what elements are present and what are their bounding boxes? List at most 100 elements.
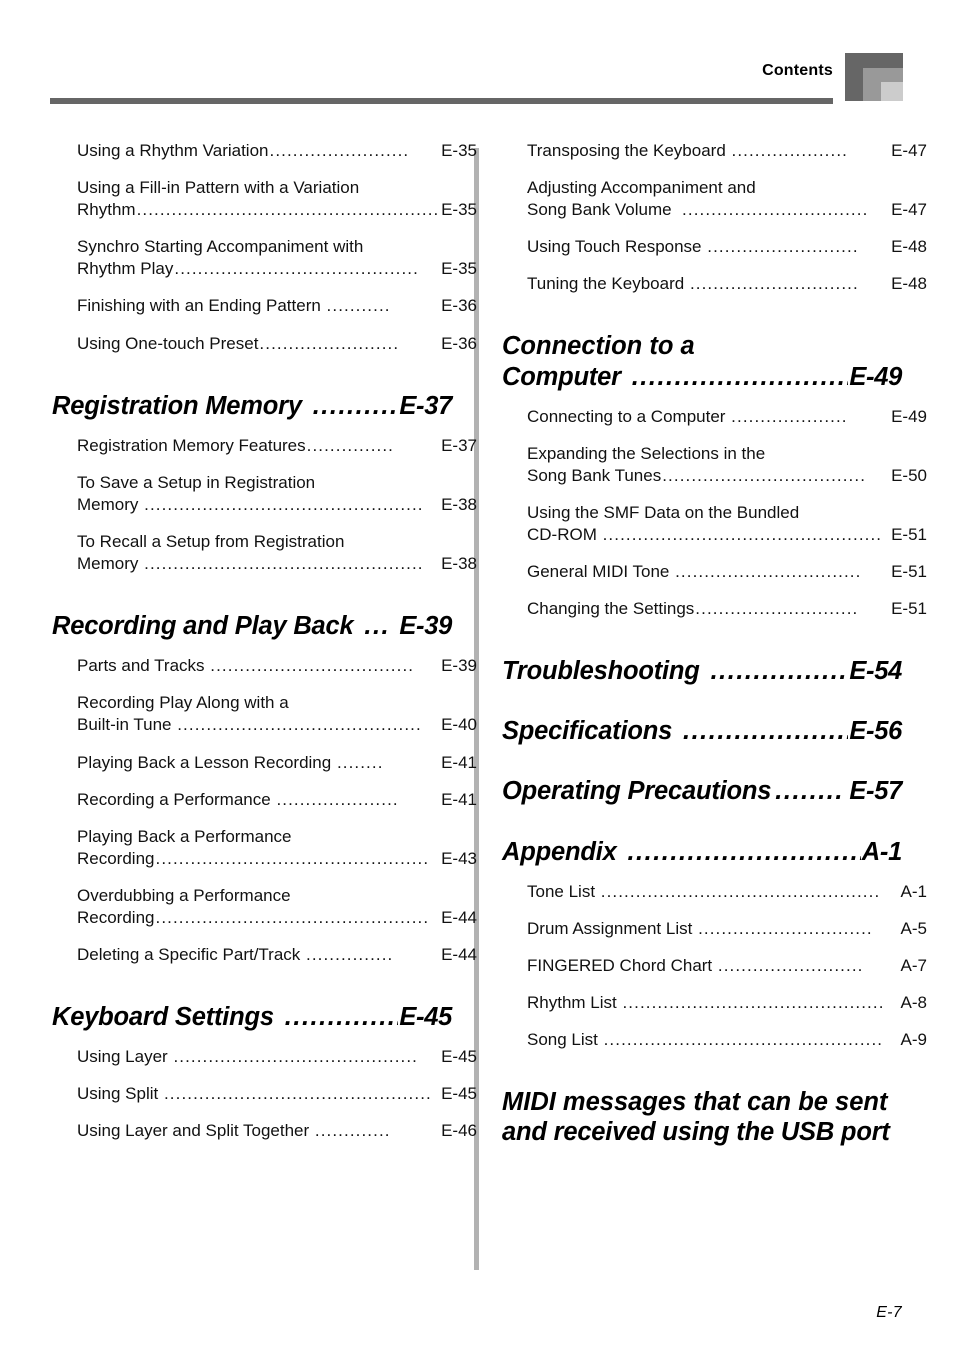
toc-entry-label: Specifications — [502, 717, 679, 746]
toc-page-number: A-9 — [900, 1029, 927, 1049]
toc-leader-dots: ........................................… — [163, 1084, 432, 1104]
toc-page-number: E-38 — [441, 494, 477, 514]
toc-entry-label-line1: Synchro Starting Accompaniment with — [77, 237, 364, 257]
toc-item-entry[interactable]: Using Touch Response ...................… — [527, 236, 927, 258]
toc-leader-dots: ... — [364, 612, 391, 641]
toc-entry-label: Recording a Performance — [77, 789, 276, 809]
toc-section-entry[interactable]: Troubleshooting ................. E-54 — [502, 656, 902, 686]
toc-section-entry[interactable]: Appendix ...............................… — [502, 837, 902, 867]
toc-entry-label-line2: Memory — [77, 494, 144, 514]
toc-entry-label: Deleting a Specific Part/Track — [77, 945, 306, 965]
toc-leader-dots: ........................................… — [155, 848, 430, 868]
toc-entry-label-line2: Rhythm — [77, 200, 136, 220]
toc-entry-label-line2: Memory — [77, 554, 144, 574]
toc-page-number: E-41 — [441, 752, 477, 772]
toc-page-number: E-47 — [891, 200, 927, 220]
toc-item-entry[interactable]: Rhythm List ............................… — [527, 992, 927, 1014]
toc-item-entry[interactable]: Playing Back a Performance Recording.....… — [77, 826, 477, 870]
toc-section-entry[interactable]: Operating Precautions........ E-57 — [502, 776, 902, 806]
toc-leader-dots: ........................................… — [136, 200, 440, 220]
toc-entry-label-line1: MIDI messages that can be sent — [502, 1088, 888, 1117]
toc-item-entry[interactable]: Using a Fill-in Pattern with a Variation… — [77, 177, 477, 221]
toc-leader-dots: ................................ — [627, 837, 860, 866]
toc-page-number: E-44 — [441, 908, 477, 928]
toc-leader-dots: ........................................… — [173, 1047, 419, 1067]
toc-item-entry[interactable]: Recording Play Along with a Built-in Tune… — [77, 692, 477, 736]
toc-entry-label-line2: Rhythm Play — [77, 259, 174, 279]
toc-leader-dots: ........................................… — [174, 259, 419, 279]
toc-leader-dots: .................... — [731, 406, 848, 426]
toc-item-entry[interactable]: Synchro Starting Accompaniment with Rhyth… — [77, 236, 477, 280]
toc-entry-label: General MIDI Tone — [527, 562, 675, 582]
toc-leader-dots: ............... — [306, 435, 394, 455]
toc-entry-label: Appendix — [502, 837, 624, 866]
toc-page-number: A-7 — [900, 955, 927, 975]
toc-entry-label: Keyboard Settings — [52, 1003, 281, 1032]
toc-item-entry[interactable]: Using a Rhythm Variation................… — [77, 140, 477, 162]
toc-item-entry[interactable]: Playing Back a Lesson Recording ........… — [77, 752, 477, 774]
toc-leader-dots: ...................... — [682, 717, 848, 746]
toc-section-entry[interactable]: Keyboard Settings .............. E-45 — [52, 1002, 452, 1032]
toc-page-number: A-1 — [861, 837, 903, 866]
toc-item-entry[interactable]: Using Layer ............................… — [77, 1046, 477, 1068]
toc-page-number: A-1 — [900, 881, 927, 901]
toc-item-entry[interactable]: Adjusting Accompaniment and Song Bank Vol… — [527, 177, 927, 221]
toc-item-entry[interactable]: Tone List ..............................… — [527, 881, 927, 903]
toc-item-entry[interactable]: Connecting to a Computer ...............… — [527, 406, 927, 428]
toc-item-entry[interactable]: Using One-touch Preset..................… — [77, 333, 477, 355]
toc-entry-label: Drum Assignment List — [527, 918, 698, 938]
toc-page-number: A-5 — [900, 918, 927, 938]
toc-item-entry[interactable]: Song List ..............................… — [527, 1029, 927, 1051]
toc-item-entry[interactable]: Finishing with an Ending Pattern .......… — [77, 295, 477, 317]
toc-page-number: E-35 — [441, 259, 477, 279]
toc-leader-dots: .............................. — [698, 918, 873, 938]
toc-leader-dots: ............. — [314, 1121, 391, 1141]
toc-item-entry[interactable]: Recording a Performance ................… — [77, 789, 477, 811]
toc-entry-label: Tone List — [527, 881, 600, 901]
toc-item-entry[interactable]: Using Layer and Split Together .........… — [77, 1120, 477, 1142]
toc-item-entry[interactable]: To Recall a Setup from Registration Memor… — [77, 531, 477, 575]
toc-entry-label-line2: Recording — [77, 848, 155, 868]
toc-item-entry[interactable]: FINGERED Chord Chart ...................… — [527, 955, 927, 977]
toc-leader-dots: ............................ — [695, 599, 859, 619]
toc-item-entry[interactable]: Parts and Tracks .......................… — [77, 655, 477, 677]
toc-section-entry[interactable]: MIDI messages that can be sent and receiv… — [502, 1087, 902, 1147]
toc-entry-label-line2: CD-ROM — [527, 525, 602, 544]
corner-mark-inner — [881, 82, 903, 101]
toc-item-entry[interactable]: Changing the Settings...................… — [527, 598, 927, 620]
toc-entry-label-line1: Expanding the Selections in the — [527, 443, 766, 463]
toc-item-entry[interactable]: Registration Memory Features............… — [77, 435, 477, 457]
toc-item-entry[interactable]: To Save a Setup in Registration Memory ..… — [77, 472, 477, 516]
toc-page-number: E-38 — [441, 554, 477, 574]
toc-entry-label: Troubleshooting — [502, 657, 707, 686]
toc-page-number: E-47 — [891, 141, 927, 160]
toc-column-right: Transposing the Keyboard ...............… — [502, 140, 927, 1161]
toc-leader-dots: ........... — [326, 296, 391, 316]
toc-item-entry[interactable]: General MIDI Tone ......................… — [527, 561, 927, 583]
toc-section-entry[interactable]: Connection to a Computer ................… — [502, 331, 902, 391]
toc-page-number: E-36 — [441, 296, 477, 316]
toc-item-entry[interactable]: Using Split ............................… — [77, 1083, 477, 1105]
toc-leader-dots: ........................................… — [602, 525, 883, 544]
toc-entry-label: Transposing the Keyboard — [527, 141, 731, 160]
toc-item-entry[interactable]: Drum Assignment List ...................… — [527, 918, 927, 940]
toc-item-entry[interactable]: Transposing the Keyboard ...............… — [527, 140, 927, 162]
toc-item-entry[interactable]: Overdubbing a Performance Recording......… — [77, 885, 477, 929]
toc-item-entry[interactable]: Using the SMF Data on the Bundled CD-ROM … — [527, 502, 927, 546]
toc-section-entry[interactable]: Specifications ......................E-5… — [502, 716, 902, 746]
toc-page-number: E-35 — [441, 141, 477, 160]
toc-leader-dots: ........................................… — [603, 1029, 884, 1049]
toc-item-entry[interactable]: Expanding the Selections in the Song Bank… — [527, 443, 927, 487]
toc-leader-dots: ................................... — [210, 656, 415, 676]
toc-page-number: E-45 — [399, 1003, 452, 1032]
toc-page-number: E-51 — [891, 562, 927, 582]
toc-page-number: E-37 — [441, 435, 477, 455]
toc-page-number: E-51 — [891, 525, 927, 544]
toc-item-entry[interactable]: Deleting a Specific Part/Track .........… — [77, 944, 477, 966]
toc-page-number: E-54 — [849, 657, 902, 686]
toc-item-entry[interactable]: Tuning the Keyboard ....................… — [527, 273, 927, 295]
toc-leader-dots: ........ — [775, 777, 844, 806]
toc-leader-dots: ................................ — [675, 562, 862, 582]
toc-section-entry[interactable]: Recording and Play Back ... E-39 — [52, 611, 452, 641]
toc-section-entry[interactable]: Registration Memory .......... E-37 — [52, 391, 452, 421]
